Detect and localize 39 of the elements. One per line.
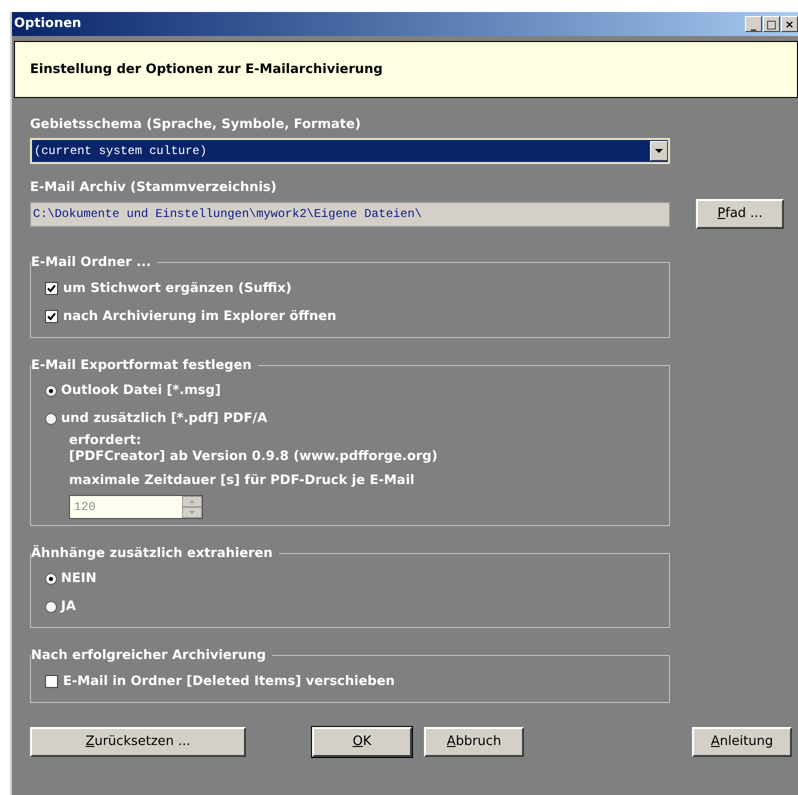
checkbox[interactable] <box>45 310 58 323</box>
field-label: E-Mail Archiv (Stammverzeichnis) <box>30 178 278 196</box>
archive-path-field[interactable]: C:\Dokumente und Einstellungen\mywork2\Eigene Dateien\ <box>30 202 670 226</box>
radio-button[interactable] <box>45 385 57 397</box>
radio-label: JA <box>61 598 76 616</box>
group-title: E-Mail Exportformat festlegen <box>31 356 253 374</box>
checkbox[interactable] <box>45 282 58 295</box>
note-text: [PDFCreator] ab Version 0.9.8 (www.pdfforge.org) <box>69 449 439 465</box>
dropdown-value: (current system culture) <box>33 142 207 160</box>
radio-label: und zusätzlich [*.pdf] PDF/A <box>61 410 268 428</box>
window-control-button[interactable]: _ <box>745 16 762 32</box>
group-title: Nach erfolgreicher Archivierung <box>31 647 267 665</box>
window-control-button[interactable]: × <box>781 16 798 32</box>
dialog-button[interactable]: Zurücksetzen ... <box>30 726 246 756</box>
field-label: Gebietsschema (Sprache, Symbole, Formate) <box>30 116 362 134</box>
dialog-button[interactable]: Anleitung <box>692 726 792 756</box>
note-text: erfordert: <box>69 433 142 449</box>
locale-dropdown[interactable]: (current system culture) <box>30 138 670 164</box>
header-text: Einstellung der Optionen zur E-Mailarchivierung <box>30 60 383 79</box>
radio-button[interactable] <box>45 601 57 613</box>
spin-up-icon[interactable] <box>182 496 202 506</box>
path-value: C:\Dokumente und Einstellungen\mywork2\Eigene Dateien\ <box>33 206 422 223</box>
window-control-button[interactable]: □ <box>763 16 780 32</box>
window-title: Optionen <box>14 15 82 34</box>
radio-button[interactable] <box>45 573 57 585</box>
radio-label: NEIN <box>61 570 96 588</box>
spinner-value: 120 <box>74 498 96 516</box>
radio-button[interactable] <box>45 413 57 425</box>
field-label: maximale Zeitdauer [s] für PDF-Druck je E-Mail <box>69 472 416 490</box>
radio-label: Outlook Datei [*.msg] <box>61 382 221 400</box>
group-title: E-Mail Ordner ... <box>31 254 152 272</box>
checkbox-label: nach Archivierung im Explorer öffnen <box>63 308 336 326</box>
dialog-button[interactable]: OK <box>312 726 412 756</box>
checkbox-label: E-Mail in Ordner [Deleted Items] verschieben <box>63 672 395 691</box>
checkbox[interactable] <box>45 675 58 688</box>
checkbox-label: um Stichwort ergänzen (Suffix) <box>63 280 292 298</box>
dialog-button[interactable]: Abbruch <box>424 726 524 756</box>
group-title: Ähnhänge zusätzlich extrahieren <box>31 544 274 562</box>
path-button[interactable]: Pfad ... <box>696 199 784 229</box>
